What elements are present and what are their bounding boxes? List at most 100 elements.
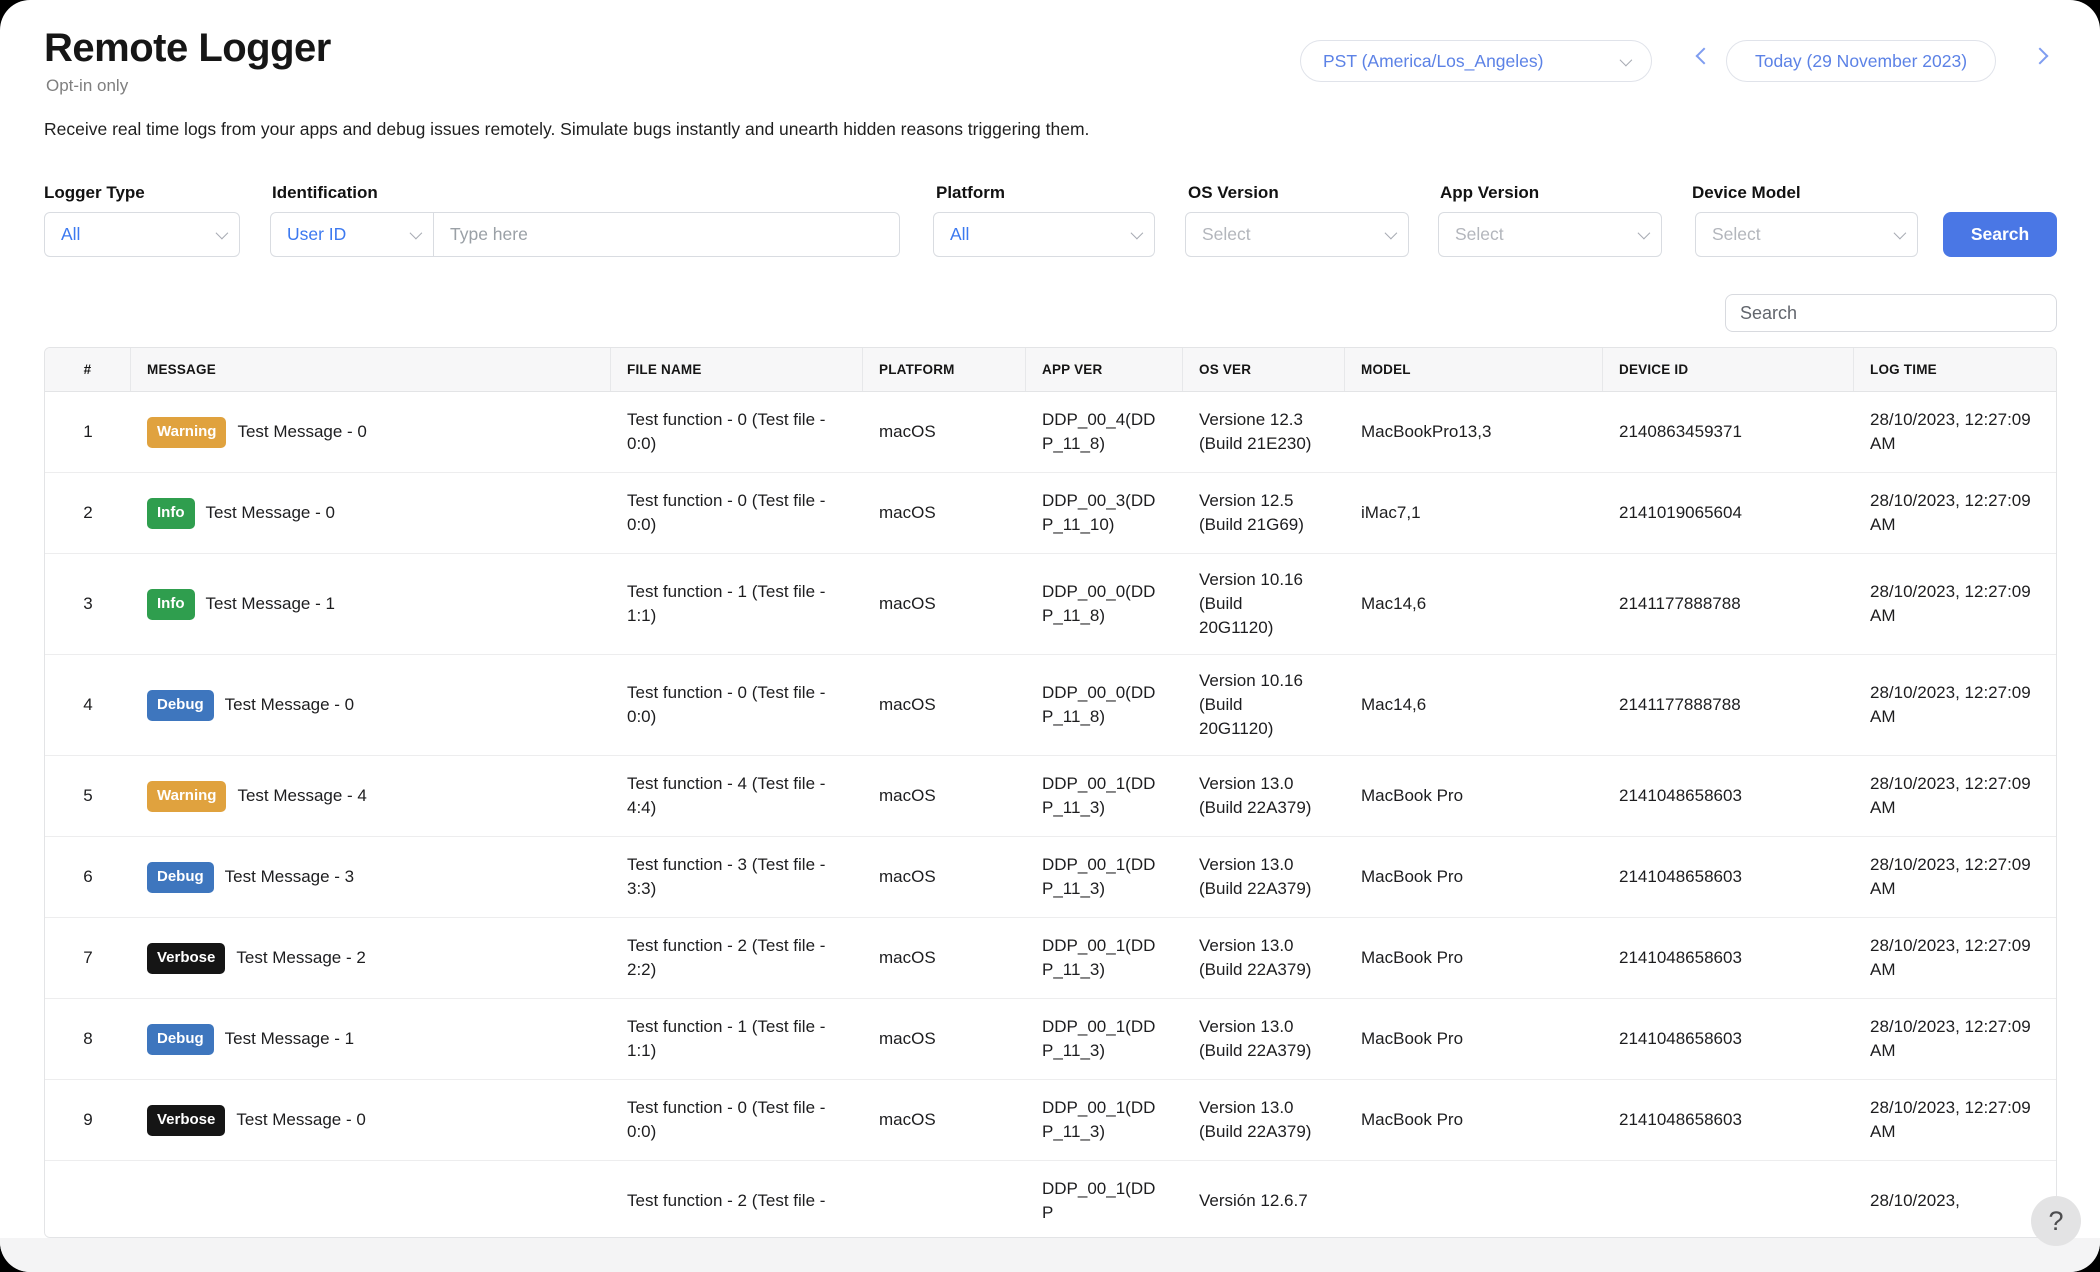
column-header: MODEL: [1345, 348, 1603, 391]
cell: 28/10/2023, 12:27:09 AM: [1870, 774, 2031, 817]
os-version-select[interactable]: Select: [1185, 212, 1409, 257]
remote-logger-page: Remote Logger Opt-in only PST (America/L…: [0, 0, 2100, 1272]
log-level-badge: Debug: [147, 689, 214, 721]
cell: 2141177888788: [1619, 695, 1741, 714]
cell: macOS: [879, 867, 936, 886]
cell: 28/10/2023, 12:27:09 AM: [1870, 582, 2031, 625]
identification-input[interactable]: [434, 213, 899, 256]
cell: macOS: [879, 1110, 936, 1129]
cell: DDP_00_0(DDP_11_8): [1042, 683, 1156, 726]
cell: Version 10.16 (Build 20G1120): [1199, 570, 1303, 637]
next-day-chevron-icon[interactable]: [2031, 47, 2049, 65]
table-row[interactable]: 6 Debug Test Message - 3 Test function - 3 …: [45, 836, 2056, 917]
cell: DDP_00_1(DDP_11_3): [1042, 936, 1156, 979]
cell: [45, 1161, 131, 1237]
cell: 3: [83, 594, 93, 613]
cell: 28/10/2023, 12:27:09 AM: [1870, 936, 2031, 979]
device-model-select[interactable]: Select: [1695, 212, 1918, 257]
cell: 2141048658603: [1619, 867, 1742, 886]
message-text: Test Message - 3: [224, 867, 355, 886]
identification-type-select[interactable]: User ID: [271, 213, 434, 256]
column-header: PLATFORM: [863, 348, 1026, 391]
cell: Test function - 0 (Test file - 0:0): [627, 1098, 826, 1141]
table-row[interactable]: 1 Warning Test Message - 0 Test function - …: [45, 391, 2056, 472]
table-row[interactable]: 5 Warning Test Message - 4 Test function - …: [45, 755, 2056, 836]
table-row[interactable]: 3 Info Test Message - 1 Test function - 1 (…: [45, 553, 2056, 654]
log-level-badge: Warning: [147, 416, 227, 448]
logger-type-select[interactable]: All: [44, 212, 240, 257]
cell: [1345, 1161, 1603, 1237]
cell: Test function - 4 (Test file - 4:4): [627, 774, 826, 817]
column-header: MESSAGE: [131, 348, 611, 391]
cell: Versión 12.6.7: [1199, 1191, 1308, 1210]
previous-day-chevron-icon[interactable]: [1695, 47, 1713, 65]
help-button[interactable]: ?: [2031, 1196, 2081, 1246]
cell: 2141019065604: [1619, 503, 1742, 522]
cell: Version 13.0 (Build 22A379): [1199, 1098, 1312, 1141]
log-level-badge: Info: [147, 588, 195, 620]
cell: Test function - 0 (Test file - 0:0): [627, 683, 826, 726]
cell: [1603, 1161, 1854, 1237]
log-level-badge: Verbose: [147, 942, 226, 974]
device-model-label: Device Model: [1692, 183, 1801, 202]
cell: 6: [83, 867, 93, 886]
table-row[interactable]: 4 Debug Test Message - 0 Test function - 0 …: [45, 654, 2056, 755]
app-version-select[interactable]: Select: [1438, 212, 1662, 257]
search-button[interactable]: Search: [1943, 212, 2057, 257]
message-text: Test Message - 0: [237, 422, 367, 441]
log-level-badge: Debug: [147, 1023, 214, 1055]
cell: Version 12.5 (Build 21G69): [1199, 491, 1304, 534]
cell: 2141048658603: [1619, 786, 1742, 805]
cell: macOS: [879, 695, 936, 714]
cell: Test function - 2 (Test file - 2:2): [627, 936, 826, 979]
date-value: Today (29 November 2023): [1754, 50, 1968, 71]
chevron-down-icon: [1130, 226, 1144, 240]
message-text: Test Message - 4: [237, 786, 367, 805]
message-cell: Verbose Test Message - 0: [131, 1080, 611, 1160]
page-title: Remote Logger: [44, 26, 331, 70]
cell: Test function - 3 (Test file - 3:3): [627, 855, 826, 898]
cell: 28/10/2023, 12:27:09 AM: [1870, 1017, 2031, 1060]
cell: Version 13.0 (Build 22A379): [1199, 855, 1312, 898]
message-text: Test Message - 0: [236, 1110, 366, 1129]
message-cell: Warning Test Message - 4: [131, 756, 611, 836]
cell: 5: [83, 786, 93, 805]
cell: DDP_00_4(DDP_11_8): [1042, 410, 1156, 453]
cell: DDP_00_0(DDP_11_8): [1042, 582, 1156, 625]
table-search-input[interactable]: [1725, 294, 2057, 332]
logger-type-label: Logger Type: [44, 183, 145, 202]
cell: MacBookPro13,3: [1361, 422, 1492, 441]
cell: 2141048658603: [1619, 1029, 1742, 1048]
table-row[interactable]: 2 Info Test Message - 0 Test function - 0 (…: [45, 472, 2056, 553]
column-header: OS VER: [1183, 348, 1345, 391]
cell: Test function - 2 (Test file -: [627, 1191, 826, 1210]
column-header: #: [45, 348, 131, 391]
cell: 4: [83, 695, 93, 714]
chevron-down-icon: [215, 226, 229, 240]
table-body: 1 Warning Test Message - 0 Test function - …: [45, 391, 2056, 1237]
message-text: Test Message - 0: [205, 503, 335, 522]
date-select[interactable]: Today (29 November 2023): [1726, 40, 1996, 82]
cell: macOS: [879, 503, 936, 522]
message-cell: Info Test Message - 0: [131, 473, 611, 553]
cell: Version 13.0 (Build 22A379): [1199, 774, 1312, 817]
cell: MacBook Pro: [1361, 1029, 1464, 1048]
table-row[interactable]: Test function - 2 (Test file - DDP_00_1(D…: [45, 1160, 2056, 1237]
message-cell: Verbose Test Message - 2: [131, 918, 611, 998]
cell: 2141177888788: [1619, 594, 1741, 613]
cell: Test function - 0 (Test file - 0:0): [627, 491, 826, 534]
cell: 2141048658603: [1619, 1110, 1742, 1129]
table-row[interactable]: 8 Debug Test Message - 1 Test function - 1 …: [45, 998, 2056, 1079]
message-text: Test Message - 2: [236, 948, 366, 967]
message-cell: [131, 1161, 611, 1237]
platform-select[interactable]: All: [933, 212, 1155, 257]
cell: 28/10/2023, 12:27:09 AM: [1870, 410, 2031, 453]
page-subtitle: Opt-in only: [46, 76, 129, 95]
cell: DDP_00_1(DDP: [1042, 1179, 1156, 1222]
table-row[interactable]: 9 Verbose Test Message - 0 Test function - …: [45, 1079, 2056, 1160]
platform-label: Platform: [936, 183, 1005, 202]
chevron-down-icon: [409, 226, 423, 240]
table-row[interactable]: 7 Verbose Test Message - 2 Test function - …: [45, 917, 2056, 998]
column-header: FILE NAME: [611, 348, 863, 391]
timezone-select[interactable]: PST (America/Los_Angeles): [1300, 40, 1652, 82]
